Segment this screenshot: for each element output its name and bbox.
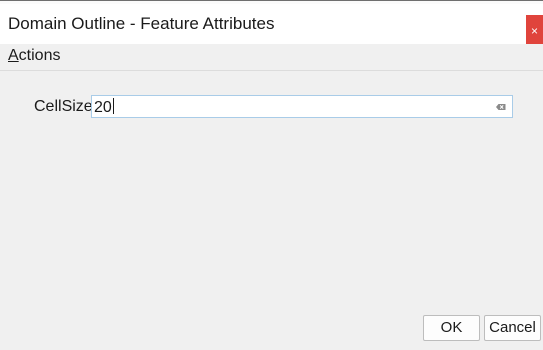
menu-item-actions[interactable]: Actions bbox=[8, 47, 60, 65]
title-bar[interactable]: Domain Outline - Feature Attributes × bbox=[0, 4, 543, 47]
cancel-button[interactable]: Cancel bbox=[484, 315, 541, 341]
text-caret bbox=[112, 98, 114, 114]
feature-attributes-window: Domain Outline - Feature Attributes × Ac… bbox=[0, 0, 543, 350]
menu-item-actions-label: ctions bbox=[18, 47, 61, 64]
cellsize-value-text: 20 bbox=[94, 99, 112, 116]
close-button[interactable]: × bbox=[526, 15, 543, 47]
cellsize-field-row: CellSize 20 bbox=[0, 94, 543, 120]
cellsize-input[interactable]: 20 bbox=[91, 95, 513, 118]
clear-text-icon[interactable] bbox=[495, 101, 507, 113]
menu-bar: Actions bbox=[0, 44, 543, 71]
ok-button[interactable]: OK bbox=[423, 315, 480, 341]
cellsize-value: 20 bbox=[94, 98, 114, 117]
window-title: Domain Outline - Feature Attributes bbox=[8, 14, 275, 33]
menu-item-actions-mnemonic: A bbox=[8, 47, 19, 64]
close-icon: × bbox=[530, 24, 538, 38]
cellsize-label: CellSize bbox=[34, 98, 93, 115]
